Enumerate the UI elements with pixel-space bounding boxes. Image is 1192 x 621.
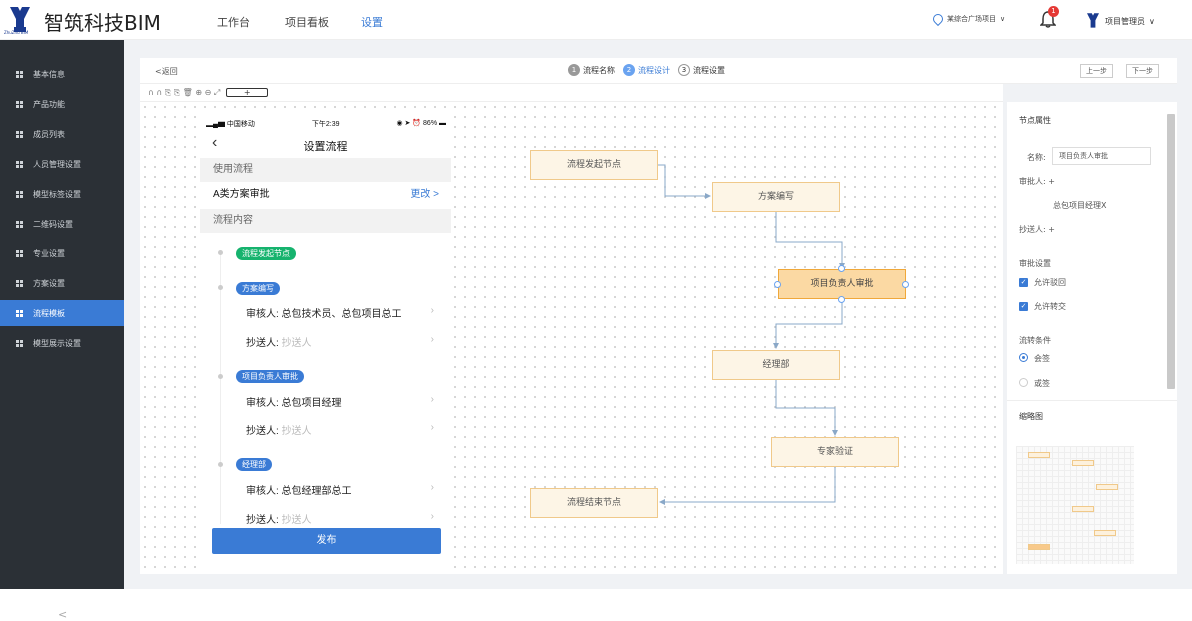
notification-badge: 1 [1048, 6, 1059, 17]
connector-handle[interactable] [902, 281, 909, 288]
user-name: 项目管理员 [1105, 16, 1145, 26]
approver-value[interactable]: 总包项目经理X [1053, 200, 1106, 211]
grid-icon [16, 100, 23, 108]
connector-handle[interactable] [774, 281, 781, 288]
panel-divider [1007, 400, 1177, 401]
collapse-sidebar-button[interactable]: < [58, 608, 67, 621]
allow-transfer-label: 允许转交 [1034, 302, 1066, 311]
sidebar-item-basic-info[interactable]: 基本信息 [0, 61, 124, 87]
step-number: 2 [623, 64, 635, 76]
next-step-button[interactable]: 下一步 [1126, 64, 1159, 78]
sidebar-item-label: 成员列表 [33, 129, 65, 139]
step-label: 流程设置 [693, 65, 725, 75]
grid-icon [16, 220, 23, 228]
back-link[interactable]: <返回 [155, 66, 178, 77]
project-name: 某综合广场项目 [947, 15, 996, 23]
step-number: 3 [678, 64, 690, 76]
sidebar-item-qrcode[interactable]: 二维码设置 [0, 211, 124, 237]
step-label: 流程名称 [583, 65, 615, 75]
grid-icon [16, 70, 23, 78]
sidebar-item-discipline[interactable]: 专业设置 [0, 240, 124, 266]
top-bar: ZhuZhu BIM 智筑科技BIM 工作台 项目看板 设置 某综合广场项目 ∨… [0, 0, 1192, 40]
brand-name: 智筑科技BIM [44, 11, 161, 35]
nav-project-board[interactable]: 项目看板 [285, 14, 329, 30]
sidebar-item-label: 流程模板 [33, 308, 65, 318]
flow-node-start[interactable]: 流程发起节点 [530, 150, 658, 180]
flow-minimap[interactable] [1016, 446, 1134, 564]
countersign-label: 会签 [1034, 354, 1050, 363]
sidebar-item-label: 模型展示设置 [33, 338, 81, 348]
flow-node-expert-verify[interactable]: 专家验证 [771, 437, 899, 467]
flow-condition-label: 流转条件 [1019, 336, 1051, 345]
sidebar-item-model-tags[interactable]: 模型标签设置 [0, 181, 124, 207]
logo-subtitle: ZhuZhu BIM [4, 30, 29, 35]
chevron-down-icon: ∨ [1149, 16, 1155, 26]
or-sign-radio[interactable] [1019, 378, 1028, 387]
canvas-tool-icons[interactable]: ∩ ∩ ⎘ ⎘ 🗑 ⊕ ⊖ ⤢ [148, 88, 220, 98]
node-name-input[interactable]: 项目负责人审批 [1052, 147, 1151, 165]
canvas-toolbar: ∩ ∩ ⎘ ⎘ 🗑 ⊕ ⊖ ⤢ + [140, 84, 1003, 102]
panel-title: 节点属性 [1019, 116, 1051, 125]
step-label: 流程设计 [638, 65, 670, 75]
sidebar-item-label: 产品功能 [33, 99, 65, 109]
minimap-node [1072, 506, 1094, 512]
sidebar-item-model-display[interactable]: 模型展示设置 [0, 330, 124, 356]
step-number: 1 [568, 64, 580, 76]
grid-icon [16, 309, 23, 317]
step-3[interactable]: 3 流程设置 [678, 64, 725, 76]
connector-handle[interactable] [838, 296, 845, 303]
minimap-node [1072, 460, 1094, 466]
minimap-node [1028, 452, 1050, 458]
project-selector[interactable]: 某综合广场项目 ∨ [930, 11, 1006, 27]
sidebar-item-personnel[interactable]: 人员管理设置 [0, 151, 124, 177]
grid-icon [16, 130, 23, 138]
cc-label[interactable]: 抄送人: + [1019, 224, 1055, 235]
flow-node-pm-approval[interactable]: 项目负责人审批 [778, 269, 906, 299]
user-menu[interactable]: 项目管理员 ∨ [1085, 12, 1155, 30]
chevron-down-icon: ∨ [1000, 15, 1006, 23]
grid-icon [16, 249, 23, 257]
sidebar-item-label: 基本信息 [33, 69, 65, 79]
name-label: 名称: [1027, 153, 1046, 162]
nav-workbench[interactable]: 工作台 [217, 14, 250, 30]
or-sign-label: 或签 [1034, 379, 1050, 388]
sidebar-item-label: 二维码设置 [33, 219, 73, 229]
sidebar-item-flow-template[interactable]: 流程模板 [0, 300, 124, 326]
sidebar-item-members[interactable]: 成员列表 [0, 121, 124, 147]
sidebar-item-label: 方案设置 [33, 278, 65, 288]
connector-handle[interactable] [838, 265, 845, 272]
thumbnail-title: 缩略图 [1019, 412, 1043, 421]
minimap-node [1028, 544, 1050, 550]
allow-transfer-checkbox[interactable]: ✓ [1019, 302, 1028, 311]
countersign-radio[interactable] [1019, 353, 1028, 362]
user-logo-icon [1087, 13, 1099, 28]
minimap-node [1096, 484, 1118, 490]
panel-scrollbar[interactable] [1167, 114, 1175, 389]
approver-label[interactable]: 审批人: + [1019, 176, 1055, 187]
add-node-button[interactable]: + [226, 88, 269, 97]
grid-icon [16, 279, 23, 287]
flow-node-end[interactable]: 流程结束节点 [530, 488, 658, 518]
grid-icon [16, 160, 23, 168]
sidebar-item-label: 模型标签设置 [33, 189, 81, 199]
grid-icon [16, 190, 23, 198]
location-pin-icon [930, 11, 946, 27]
sidebar: 基本信息 产品功能 成员列表 人员管理设置 模型标签设置 二维码设置 专业设置 … [0, 40, 124, 621]
sidebar-item-label: 人员管理设置 [33, 159, 81, 169]
grid-icon [16, 339, 23, 347]
flow-node-scheme-writing[interactable]: 方案编写 [712, 182, 840, 212]
minimap-node [1094, 530, 1116, 536]
step-2[interactable]: 2 流程设计 [623, 64, 670, 76]
allow-reject-label: 允许驳回 [1034, 278, 1066, 287]
approval-settings-label: 审批设置 [1019, 259, 1051, 268]
prev-step-button[interactable]: 上一步 [1080, 64, 1113, 78]
nav-settings[interactable]: 设置 [361, 14, 383, 30]
flow-node-manager-dept[interactable]: 经理部 [712, 350, 840, 380]
sidebar-item-product-features[interactable]: 产品功能 [0, 91, 124, 117]
sidebar-item-scheme[interactable]: 方案设置 [0, 270, 124, 296]
sidebar-item-label: 专业设置 [33, 248, 65, 258]
step-indicator: 1 流程名称 2 流程设计 3 流程设置 [568, 64, 725, 76]
step-1[interactable]: 1 流程名称 [568, 64, 615, 76]
allow-reject-checkbox[interactable]: ✓ [1019, 278, 1028, 287]
